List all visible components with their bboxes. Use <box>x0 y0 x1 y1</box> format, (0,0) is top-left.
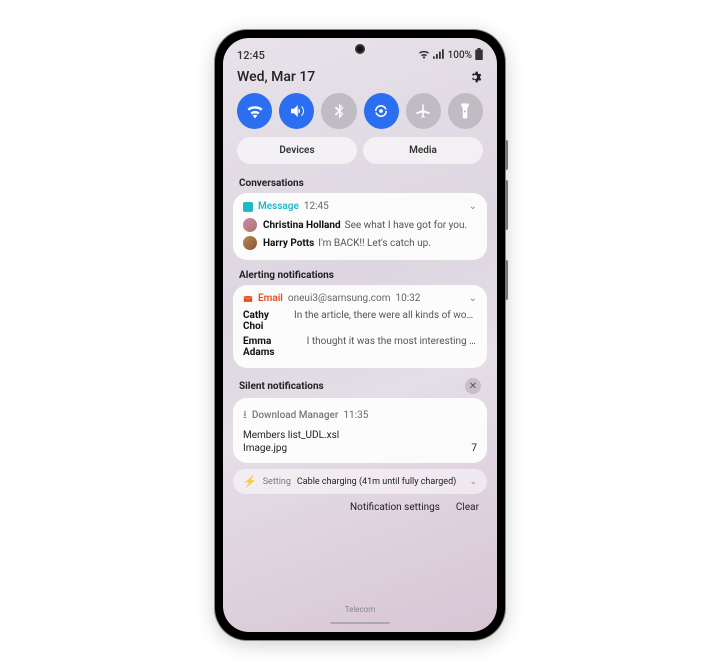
bolt-icon: ⚡ <box>243 475 257 488</box>
message-card-header: Message 12:45 ⌄ <box>243 201 477 212</box>
download-file-row: Image.jpg 7 <box>243 442 477 455</box>
section-alerting: Alerting notifications <box>223 266 497 285</box>
email-card[interactable]: Email oneui3@samsung.com 10:32 ⌄ Cathy C… <box>233 285 487 368</box>
download-card[interactable]: ⭳ Download Manager 11:35 Members list_UD… <box>233 398 487 463</box>
battery-percent: 100% <box>448 50 472 61</box>
email-card-header: Email oneui3@samsung.com 10:32 ⌄ <box>243 293 477 304</box>
email-preview: In the article, there were all kinds of … <box>294 310 477 332</box>
toggle-bluetooth[interactable] <box>321 93 356 129</box>
clear-button[interactable]: Clear <box>456 502 479 513</box>
setting-text: Cable charging (41m until fully charged) <box>297 477 456 487</box>
sender-name: Harry Potts <box>263 238 314 249</box>
message-preview: See what I have got for you. <box>345 220 468 231</box>
email-icon <box>243 294 253 304</box>
email-row: Emma Adams I thought it was the most int… <box>243 334 477 360</box>
sender-name: Cathy Choi <box>243 310 290 332</box>
email-preview: I thought it was the most interesting th… <box>307 336 477 358</box>
toggle-wifi[interactable] <box>237 93 272 129</box>
clock: 12:45 <box>237 49 265 62</box>
download-app-name: Download Manager <box>252 410 339 421</box>
setting-card[interactable]: ⚡ Setting Cable charging (41m until full… <box>233 469 487 494</box>
toggle-flashlight[interactable] <box>448 93 483 129</box>
toggle-rotate[interactable] <box>364 93 399 129</box>
download-file-row: Members list_UDL.xsl <box>243 429 477 442</box>
devices-chip[interactable]: Devices <box>237 137 357 164</box>
side-button-2 <box>505 180 508 230</box>
footer-actions: Notification settings Clear <box>223 500 497 515</box>
media-chip[interactable]: Media <box>363 137 483 164</box>
date-text: Wed, Mar 17 <box>237 69 315 85</box>
avatar <box>243 218 257 232</box>
message-preview: I'm BACK!! Let's catch up. <box>318 238 431 249</box>
notification-settings-button[interactable]: Notification settings <box>350 502 440 513</box>
section-silent: Silent notifications <box>239 381 324 392</box>
front-camera <box>355 44 365 54</box>
sender-name: Emma Adams <box>243 336 303 358</box>
chevron-down-icon[interactable]: ⌄ <box>469 477 477 487</box>
message-card[interactable]: Message 12:45 ⌄ Christina Holland See wh… <box>233 193 487 260</box>
email-app-name: Email <box>258 293 283 304</box>
file-count: 7 <box>471 443 477 454</box>
screen: 12:45 100% Wed, Mar 17 <box>223 38 497 632</box>
conversation-row: Harry Potts I'm BACK!! Let's catch up. <box>243 234 477 252</box>
email-row: Cathy Choi In the article, there were al… <box>243 308 477 334</box>
side-button-3 <box>505 260 508 300</box>
wifi-icon <box>418 49 430 62</box>
toggle-airplane[interactable] <box>406 93 441 129</box>
download-icon: ⭳ <box>243 406 247 425</box>
status-icons: 100% <box>418 48 483 63</box>
side-button-1 <box>505 140 508 170</box>
conversation-row: Christina Holland See what I have got fo… <box>243 216 477 234</box>
file-name: Members list_UDL.xsl <box>243 430 339 441</box>
toggle-sound[interactable] <box>279 93 314 129</box>
download-time: 11:35 <box>343 410 368 421</box>
home-bar[interactable] <box>330 622 390 624</box>
gear-icon[interactable] <box>467 69 483 85</box>
quick-toggles <box>223 91 497 137</box>
section-conversations: Conversations <box>223 174 497 193</box>
chip-row: Devices Media <box>223 137 497 174</box>
message-app-name: Message <box>258 201 299 212</box>
chevron-down-icon[interactable]: ⌄ <box>469 201 477 212</box>
file-name: Image.jpg <box>243 443 287 454</box>
date-row: Wed, Mar 17 <box>223 67 497 91</box>
message-icon <box>243 202 253 212</box>
sender-name: Christina Holland <box>263 220 341 231</box>
setting-app-name: Setting <box>263 477 291 487</box>
close-icon[interactable]: ✕ <box>465 378 481 394</box>
silent-header: Silent notifications ✕ <box>223 374 497 398</box>
signal-icon <box>433 49 445 62</box>
phone-frame: 12:45 100% Wed, Mar 17 <box>215 30 505 640</box>
battery-icon <box>475 48 483 63</box>
chevron-down-icon[interactable]: ⌄ <box>469 293 477 304</box>
download-card-header: ⭳ Download Manager 11:35 <box>243 406 477 425</box>
message-time: 12:45 <box>304 201 329 212</box>
email-account: oneui3@samsung.com <box>288 293 391 304</box>
avatar <box>243 236 257 250</box>
email-time: 10:32 <box>396 293 421 304</box>
carrier-brand: Telecom <box>223 605 497 614</box>
